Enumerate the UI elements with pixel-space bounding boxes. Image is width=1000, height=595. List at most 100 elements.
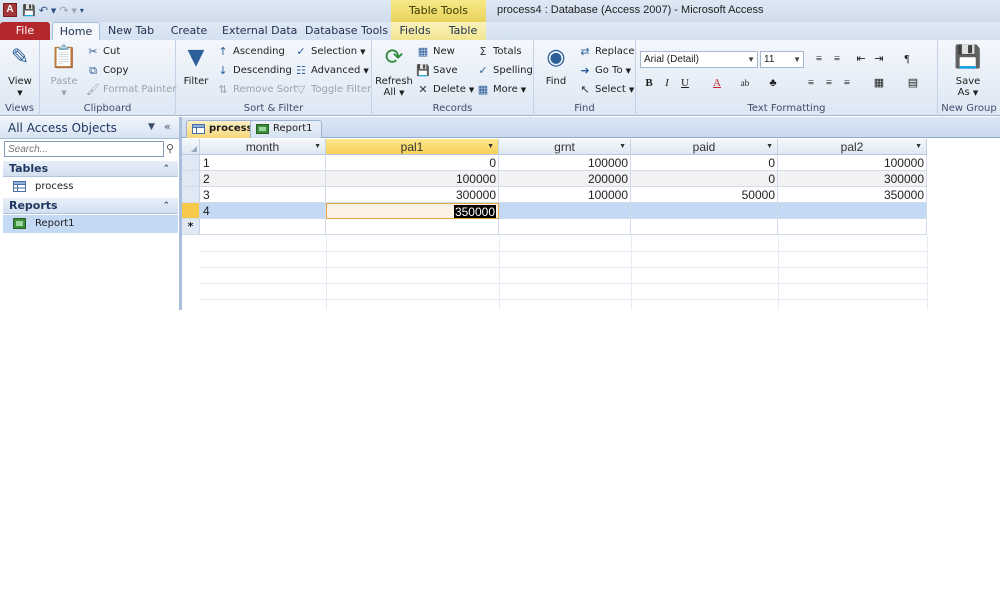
row-selector-current[interactable]: [182, 203, 200, 219]
align-right-button[interactable]: ≡: [838, 75, 856, 92]
remove-sort-button[interactable]: ⇅ Remove Sort: [216, 81, 297, 98]
ascending-button[interactable]: ↑ Ascending: [216, 43, 284, 60]
table-cell[interactable]: 100000: [499, 155, 631, 171]
tab-external-data[interactable]: External Data: [222, 22, 297, 40]
refresh-all-button[interactable]: ⟳ Refresh All ▼: [374, 44, 414, 99]
table-cell[interactable]: [631, 203, 778, 219]
save-icon[interactable]: 💾: [22, 4, 36, 18]
highlight-button[interactable]: ab: [736, 75, 754, 92]
nav-item-process-table[interactable]: process: [3, 178, 178, 196]
new-row-cell[interactable]: [200, 219, 326, 235]
table-cell[interactable]: 100000: [499, 187, 631, 203]
text-direction-button[interactable]: ¶: [898, 51, 916, 68]
table-cell[interactable]: 100000: [778, 155, 927, 171]
table-cell[interactable]: 200000: [499, 171, 631, 187]
tab-file[interactable]: File: [0, 22, 50, 40]
customize-qat-icon[interactable]: ▾: [80, 4, 84, 18]
new-row-cell[interactable]: [499, 219, 631, 235]
row-selector[interactable]: [182, 171, 200, 187]
undo-icon[interactable]: ↶: [39, 4, 48, 18]
table-cell[interactable]: 1: [200, 155, 326, 171]
table-cell[interactable]: 0: [631, 171, 778, 187]
table-cell[interactable]: [778, 203, 927, 219]
nav-pane-header[interactable]: All Access Objects ▼ «: [0, 117, 179, 139]
table-cell[interactable]: 0: [631, 155, 778, 171]
tab-database-tools[interactable]: Database Tools: [305, 22, 388, 40]
fill-color-button[interactable]: ♣: [764, 75, 782, 92]
new-row-cell[interactable]: [631, 219, 778, 235]
table-cell[interactable]: 0: [326, 155, 499, 171]
cut-button[interactable]: ✂ Cut: [86, 43, 120, 60]
redo-icon[interactable]: ↷: [59, 4, 68, 18]
doc-tab-report1[interactable]: Report1: [250, 120, 322, 138]
align-center-button[interactable]: ≡: [820, 75, 838, 92]
save-as-button[interactable]: 💾 Save As ▼: [950, 44, 986, 99]
replace-button[interactable]: ⇄ Replace: [578, 43, 634, 60]
tab-new-tab[interactable]: New Tab: [108, 22, 154, 40]
chevron-down-icon[interactable]: ▼: [72, 4, 77, 18]
table-cell[interactable]: 100000: [326, 171, 499, 187]
chevron-down-icon[interactable]: ▼: [766, 139, 773, 155]
nav-section-reports[interactable]: Reports ⌃: [3, 198, 178, 214]
find-button[interactable]: ◉ Find: [538, 44, 574, 87]
align-left-button[interactable]: ≡: [802, 75, 820, 92]
delete-record-button[interactable]: ✕ Delete ▼: [416, 81, 474, 98]
font-name-dropdown[interactable]: Arial (Detail) ▼: [640, 51, 758, 68]
underline-button[interactable]: U: [676, 75, 694, 92]
table-cell[interactable]: 350000: [778, 187, 927, 203]
chevron-down-icon[interactable]: ▼: [915, 139, 922, 155]
filter-button[interactable]: ▼ Filter: [180, 44, 212, 87]
bold-button[interactable]: B: [640, 75, 658, 92]
tab-home[interactable]: Home: [52, 22, 100, 40]
advanced-button[interactable]: ☷ Advanced ▼: [294, 62, 369, 79]
numbering-button[interactable]: ≡: [828, 51, 846, 68]
nav-item-report1[interactable]: Report1: [3, 215, 178, 233]
row-selector[interactable]: [182, 155, 200, 171]
selection-button[interactable]: ✓ Selection ▼: [294, 43, 365, 60]
increase-indent-button[interactable]: ⇥: [870, 51, 888, 68]
chevron-down-icon[interactable]: ▼: [487, 139, 494, 155]
table-cell[interactable]: 2: [200, 171, 326, 187]
format-painter-button[interactable]: 🖌 Format Painter: [86, 81, 176, 98]
gridlines-button[interactable]: ▦: [870, 75, 888, 92]
copy-button[interactable]: ⧉ Copy: [86, 62, 128, 79]
table-cell[interactable]: 300000: [326, 187, 499, 203]
search-icon[interactable]: ⚲: [166, 142, 174, 155]
table-cell[interactable]: 4: [200, 203, 326, 219]
nav-menu-chevron-icon[interactable]: ▼: [148, 122, 155, 132]
new-row-cell[interactable]: [326, 219, 499, 235]
table-cell[interactable]: 50000: [631, 187, 778, 203]
bullets-button[interactable]: ≡: [810, 51, 828, 68]
column-header-pal1[interactable]: pal1 ▼: [326, 139, 499, 155]
access-app-icon[interactable]: A: [3, 3, 17, 17]
tab-table[interactable]: Table: [448, 22, 478, 40]
font-color-button[interactable]: A: [708, 75, 726, 92]
collapse-pane-icon[interactable]: «: [164, 120, 171, 133]
save-record-button[interactable]: 💾 Save: [416, 62, 457, 79]
select-all-corner[interactable]: [182, 139, 200, 155]
table-cell[interactable]: 300000: [778, 171, 927, 187]
alternate-row-color-button[interactable]: ▤: [904, 75, 922, 92]
new-row-selector[interactable]: *: [182, 219, 200, 235]
new-record-button[interactable]: ▦ New: [416, 43, 455, 60]
tab-create[interactable]: Create: [170, 22, 208, 40]
active-table-cell[interactable]: 350000: [326, 203, 499, 219]
row-selector[interactable]: [182, 187, 200, 203]
column-header-pal2[interactable]: pal2 ▼: [778, 139, 927, 155]
table-cell[interactable]: 3: [200, 187, 326, 203]
table-cell[interactable]: [499, 203, 631, 219]
chevron-down-icon[interactable]: ▼: [314, 139, 321, 155]
descending-button[interactable]: ↓ Descending: [216, 62, 291, 79]
paste-button[interactable]: 📋 Paste ▼: [48, 44, 80, 99]
tab-fields[interactable]: Fields: [399, 22, 431, 40]
italic-button[interactable]: I: [658, 75, 676, 92]
chevron-down-icon[interactable]: ▼: [619, 139, 626, 155]
more-button[interactable]: ▦ More ▼: [476, 81, 526, 98]
nav-section-tables[interactable]: Tables ⌃: [3, 161, 178, 177]
nav-search-input[interactable]: [4, 141, 164, 157]
totals-button[interactable]: Σ Totals: [476, 43, 522, 60]
select-button[interactable]: ↖ Select ▼: [578, 81, 634, 98]
new-row-cell[interactable]: [778, 219, 927, 235]
view-button[interactable]: ✎ View ▼: [4, 44, 36, 99]
chevron-down-icon[interactable]: ▼: [51, 4, 56, 18]
